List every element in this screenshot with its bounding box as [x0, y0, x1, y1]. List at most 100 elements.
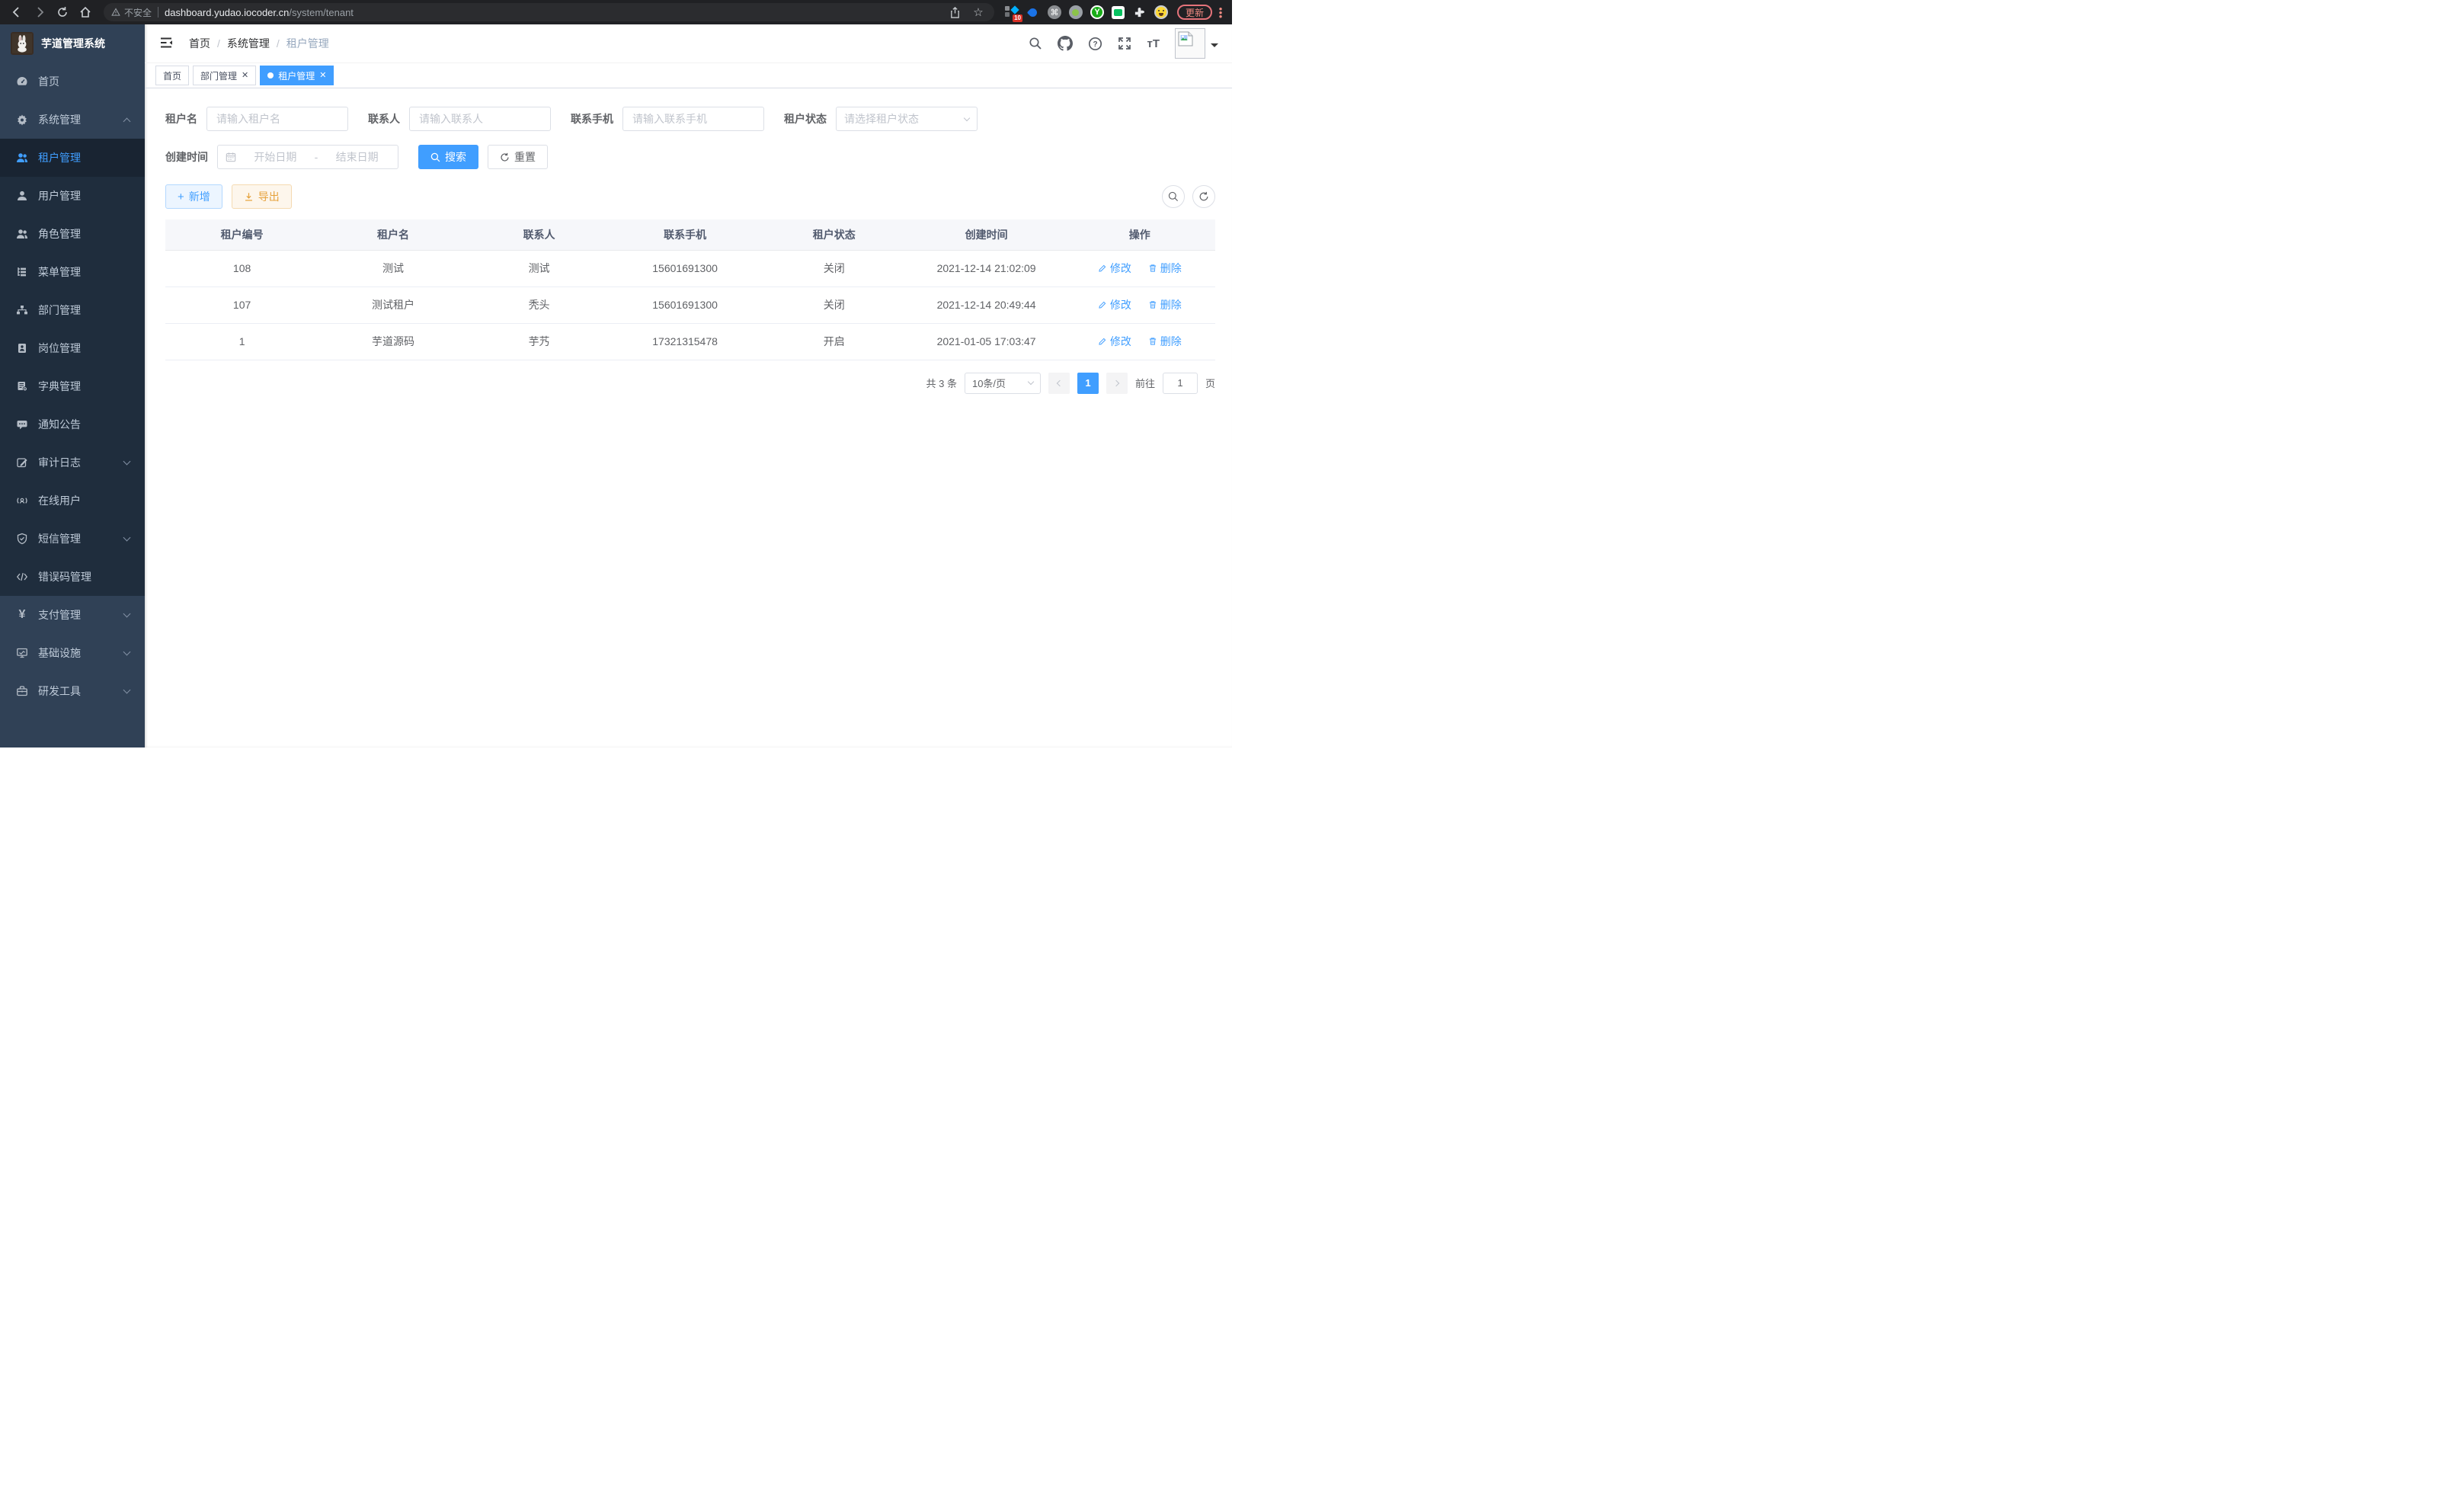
plus-icon: + [178, 190, 184, 203]
logo-image [11, 32, 34, 55]
edit-button[interactable]: 修改 [1098, 334, 1131, 349]
sidebar-item-users[interactable]: 用户管理 [0, 177, 145, 215]
extension-chat-icon[interactable] [1110, 4, 1127, 21]
col-contact: 联系人 [468, 219, 610, 250]
extension-kite-icon[interactable] [1025, 4, 1042, 21]
col-actions: 操作 [1064, 219, 1215, 250]
monitor-icon [15, 647, 29, 659]
sidebar-item-sms[interactable]: 短信管理 [0, 520, 145, 558]
not-secure-label[interactable]: 不安全 [111, 6, 152, 19]
contact-input[interactable] [409, 107, 551, 131]
chrome-update-button[interactable]: 更新 [1177, 5, 1212, 20]
extension-y-icon[interactable]: Y [1089, 4, 1106, 21]
tenant-name-input[interactable] [206, 107, 348, 131]
status-text: 开启 [760, 323, 909, 360]
breadcrumb-system[interactable]: 系统管理 [227, 36, 270, 51]
app-logo[interactable]: 芋道管理系统 [0, 24, 145, 62]
next-page-button[interactable] [1106, 373, 1128, 394]
sidebar-item-dev-tools[interactable]: 研发工具 [0, 672, 145, 710]
sidebar-item-infra[interactable]: 基础设施 [0, 634, 145, 672]
status-text: 关闭 [760, 287, 909, 323]
tenant-table: 租户编号 租户名 联系人 联系手机 租户状态 创建时间 操作 108 测试 测试 [165, 219, 1215, 360]
search-icon [1168, 191, 1179, 202]
sidebar-item-audit-log[interactable]: 审计日志 [0, 443, 145, 482]
export-button[interactable]: 导出 [232, 184, 292, 209]
breadcrumb-home[interactable]: 首页 [189, 36, 210, 51]
prev-page-button[interactable] [1048, 373, 1070, 394]
goto-label: 前往 [1135, 376, 1155, 390]
dictionary-icon [15, 380, 29, 392]
bookmark-star-icon[interactable]: ☆ [970, 4, 987, 21]
mobile-input[interactable] [622, 107, 764, 131]
message-bubble-icon [15, 418, 29, 431]
home-icon[interactable] [76, 3, 94, 21]
delete-button[interactable]: 删除 [1148, 261, 1182, 276]
col-tenant-id: 租户编号 [165, 219, 318, 250]
tree-icon [15, 266, 29, 278]
sidebar-item-notice[interactable]: 通知公告 [0, 405, 145, 443]
add-button[interactable]: + 新增 [165, 184, 222, 209]
sidebar-item-posts[interactable]: 岗位管理 [0, 329, 145, 367]
create-time-label: 创建时间 [165, 149, 208, 165]
online-user-icon [15, 495, 29, 507]
tag-tenant-active[interactable]: 租户管理 ✕ [260, 66, 334, 85]
page-content: 租户名 联系人 联系手机 租户状态 请选择租户状态 [145, 88, 1232, 748]
fullscreen-icon[interactable] [1118, 37, 1131, 50]
search-button[interactable]: 搜索 [418, 145, 478, 169]
breadcrumb: 首页 / 系统管理 / 租户管理 [189, 36, 329, 51]
edit-button[interactable]: 修改 [1098, 261, 1131, 276]
close-icon[interactable]: ✕ [242, 72, 248, 80]
sidebar-item-menus[interactable]: 菜单管理 [0, 253, 145, 291]
reload-icon[interactable] [53, 3, 72, 21]
sidebar-item-dict[interactable]: 字典管理 [0, 367, 145, 405]
sidebar-item-error-codes[interactable]: 错误码管理 [0, 558, 145, 596]
date-range-picker[interactable]: 开始日期 - 结束日期 [217, 145, 398, 169]
delete-button[interactable]: 删除 [1148, 297, 1182, 312]
sidebar-item-home[interactable]: 首页 [0, 62, 145, 101]
delete-button[interactable]: 删除 [1148, 334, 1182, 349]
edit-button[interactable]: 修改 [1098, 297, 1131, 312]
pagination: 共 3 条 10条/页 1 前往 页 [165, 373, 1215, 394]
breadcrumb-current: 租户管理 [286, 36, 329, 51]
mobile-label: 联系手机 [571, 111, 613, 126]
address-bar[interactable]: 不安全 dashboard.yudao.iocoder.cn/system/te… [104, 3, 994, 21]
sidebar-item-system[interactable]: 系统管理 [0, 101, 145, 139]
shield-check-icon [15, 533, 29, 545]
table-row: 108 测试 测试 15601691300 关闭 2021-12-14 21:0… [165, 250, 1215, 287]
font-size-icon[interactable]: ᴛT [1147, 37, 1160, 50]
sidebar-item-roles[interactable]: 角色管理 [0, 215, 145, 253]
status-select[interactable]: 请选择租户状态 [836, 107, 978, 131]
share-icon[interactable] [947, 4, 964, 21]
extensions-puzzle-icon[interactable] [1131, 4, 1148, 21]
sidebar-item-tenant[interactable]: 租户管理 [0, 139, 145, 177]
extension-command-icon[interactable]: ⌘ [1046, 4, 1063, 21]
refresh-table-button[interactable] [1192, 185, 1215, 208]
page-number-active[interactable]: 1 [1077, 373, 1099, 394]
calendar-icon [226, 152, 236, 162]
chevron-right-icon [1113, 379, 1119, 386]
sidebar-item-online-users[interactable]: 在线用户 [0, 482, 145, 520]
forward-icon[interactable] [30, 3, 49, 21]
sidebar-item-payment[interactable]: ¥ 支付管理 [0, 596, 145, 634]
sidebar-collapse-icon[interactable] [158, 35, 175, 52]
github-icon[interactable] [1058, 36, 1073, 51]
profile-avatar-icon[interactable] [1153, 4, 1170, 21]
extension-tampermonkey-icon[interactable]: 10 [1003, 4, 1020, 21]
tag-home[interactable]: 首页 [155, 66, 189, 85]
back-icon[interactable] [8, 3, 26, 21]
sidebar-item-depts[interactable]: 部门管理 [0, 291, 145, 329]
tag-dept[interactable]: 部门管理 ✕ [193, 66, 256, 85]
user-menu[interactable] [1175, 28, 1218, 59]
yen-icon: ¥ [15, 608, 29, 622]
toggle-search-button[interactable] [1162, 185, 1185, 208]
extension-recorder-icon[interactable] [1067, 4, 1084, 21]
goto-page-input[interactable] [1163, 373, 1198, 394]
chevron-down-icon [123, 648, 131, 655]
chrome-menu-icon[interactable]: ••• [1217, 7, 1224, 18]
close-icon[interactable]: ✕ [319, 72, 326, 80]
trash-icon [1148, 300, 1157, 309]
help-icon[interactable]: ? [1088, 37, 1102, 51]
page-size-select[interactable]: 10条/页 [965, 373, 1041, 394]
search-icon[interactable] [1029, 37, 1042, 50]
reset-button[interactable]: 重置 [488, 145, 548, 169]
